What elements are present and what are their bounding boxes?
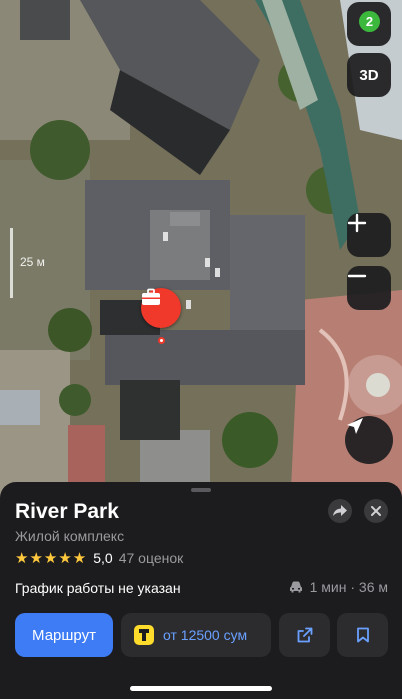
home-indicator xyxy=(130,686,272,691)
scale-label: 25 м xyxy=(20,255,45,269)
zoom-out-button[interactable] xyxy=(347,266,391,310)
working-hours: График работы не указан xyxy=(15,580,181,596)
open-external-button[interactable] xyxy=(279,613,330,657)
route-button[interactable]: Маршрут xyxy=(15,613,113,657)
3d-button[interactable]: 3D xyxy=(347,53,391,97)
close-icon xyxy=(371,506,381,516)
briefcase-icon xyxy=(142,288,160,305)
bookmark-icon xyxy=(356,627,369,643)
satellite-imagery xyxy=(0,0,402,510)
taxi-price: от 12500 сум xyxy=(163,627,248,643)
navigation-arrow-icon xyxy=(347,418,363,434)
my-location-button[interactable] xyxy=(345,416,393,464)
share-arrow-icon xyxy=(333,505,347,516)
rating-row[interactable]: ★★★★★ 5,0 47 оценок xyxy=(15,549,183,567)
rating-value: 5,0 xyxy=(93,550,113,566)
close-button[interactable] xyxy=(364,499,388,523)
place-category: Жилой комплекс xyxy=(15,528,125,544)
car-icon xyxy=(289,581,302,593)
taxi-button[interactable]: от 12500 сум xyxy=(121,613,271,657)
scale-bar xyxy=(10,228,13,298)
sheet-grabber[interactable] xyxy=(191,488,211,492)
place-pin[interactable] xyxy=(141,288,181,328)
share-button[interactable] xyxy=(328,499,352,523)
rating-stars: ★★★★★ xyxy=(15,550,88,567)
minus-icon xyxy=(347,274,367,278)
layers-count-badge: 2 xyxy=(359,11,380,32)
place-card: River Park Жилой комплекс ★★★★★ 5,0 47 о… xyxy=(0,482,402,699)
bookmark-button[interactable] xyxy=(337,613,388,657)
pin-anchor xyxy=(158,337,165,344)
reviews-count: 47 оценок xyxy=(118,550,184,566)
place-title: River Park xyxy=(15,500,119,523)
plus-icon xyxy=(347,213,367,233)
taxi-logo-icon xyxy=(134,625,154,645)
zoom-in-button[interactable] xyxy=(347,213,391,257)
travel-time: 1 мин · 36 м xyxy=(309,579,388,595)
travel-info: 1 мин · 36 м xyxy=(289,579,388,595)
map-view[interactable]: 25 м 2 3D xyxy=(0,0,402,510)
external-link-icon xyxy=(297,627,312,643)
